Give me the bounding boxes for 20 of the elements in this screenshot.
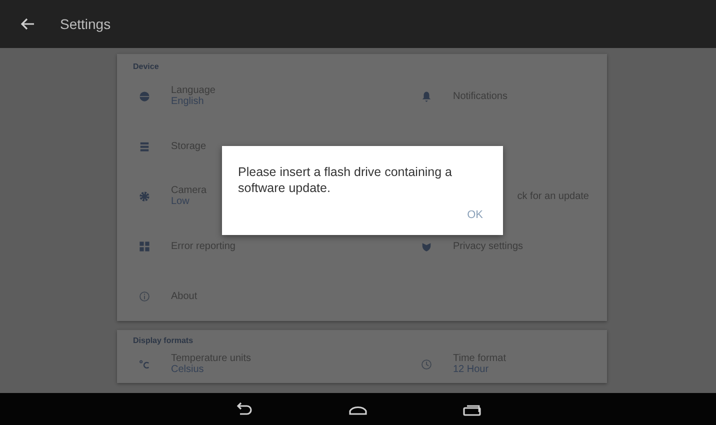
bell-icon [421,90,432,102]
clock-icon [421,358,432,370]
grid-icon [139,240,150,252]
ok-button[interactable]: OK [463,205,487,225]
back-button[interactable] [20,16,36,32]
section-header: Device [133,62,160,71]
globe-icon [139,90,150,102]
settings-item-value: 12 Hour [453,364,490,375]
shield-icon [421,240,432,252]
settings-item-value: Celsius [171,364,205,375]
app-bar-title: Settings [60,16,111,32]
celsius-icon [139,358,150,370]
settings-item-value: English [171,96,205,107]
back-icon[interactable] [234,401,254,417]
list-icon [139,140,150,152]
section-header: Display formats [133,336,194,345]
settings-item-value: Low [171,196,190,207]
dialog-message: Please insert a flash drive containing a software update. [238,164,454,196]
info-icon [139,290,150,302]
gear-icon [139,190,150,202]
